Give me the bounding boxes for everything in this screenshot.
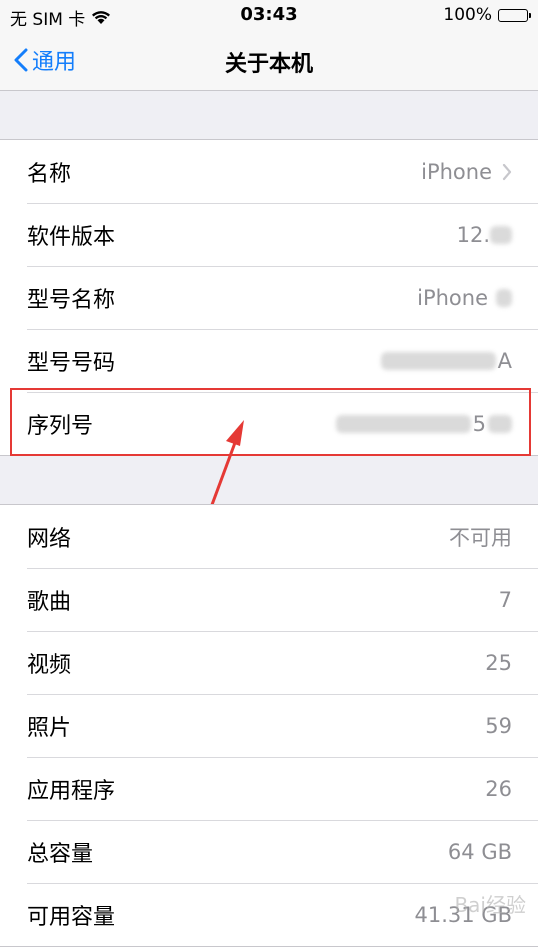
row-label: 型号号码 [27, 350, 116, 376]
row-value: 12. [457, 223, 512, 247]
row-value: A [380, 348, 512, 373]
model-name-value: iPhone [417, 285, 488, 310]
row-label: 软件版本 [27, 224, 116, 250]
row-label: 视频 [27, 652, 72, 678]
row-photos: 照片 59 [0, 694, 538, 757]
device-name-value: iPhone [421, 159, 492, 184]
row-videos: 视频 25 [0, 631, 538, 694]
serial-number-highlight-box [10, 388, 531, 456]
page-title: 关于本机 [224, 52, 313, 77]
redacted-blur [490, 225, 512, 244]
row-value: 26 [485, 776, 512, 801]
watermark: Bai经验 [454, 893, 526, 917]
row-label: 歌曲 [27, 589, 72, 615]
battery-icon [498, 8, 531, 22]
row-network: 网络 不可用 [0, 505, 538, 568]
row-label: 总容量 [27, 841, 94, 867]
row-label: 网络 [27, 526, 72, 552]
row-label: 名称 [27, 161, 72, 187]
chevron-right-icon [502, 163, 512, 180]
navigation-bar: 通用 关于本机 [0, 32, 538, 91]
status-bar: 无 SIM 卡 03:43 100% [0, 0, 538, 32]
row-name[interactable]: 名称 iPhone [0, 140, 538, 203]
row-applications: 应用程序 26 [0, 757, 538, 820]
status-right: 100% [443, 5, 531, 25]
row-software-version: 软件版本 12. [0, 203, 538, 266]
software-version-value: 12. [456, 222, 490, 247]
redacted-blur [380, 351, 496, 370]
row-value: iPhone [417, 286, 512, 310]
row-label: 可用容量 [27, 904, 116, 930]
row-value: 64 GB [447, 839, 512, 864]
row-model-number[interactable]: 型号号码 A [0, 329, 538, 392]
row-capacity: 总容量 64 GB [0, 820, 538, 883]
row-value: 25 [485, 650, 512, 675]
row-label: 应用程序 [27, 778, 116, 804]
row-value: 不可用 [449, 525, 512, 550]
row-label: 照片 [27, 715, 72, 741]
redacted-blur [496, 288, 512, 307]
battery-percent: 100% [443, 5, 492, 25]
row-value: iPhone [421, 160, 512, 184]
row-model-name: 型号名称 iPhone [0, 266, 538, 329]
row-label: 型号名称 [27, 287, 116, 313]
model-number-value: A [497, 348, 512, 373]
media-storage-group: 网络 不可用 歌曲 7 视频 25 照片 59 应用程序 26 总容量 64 G… [0, 504, 538, 947]
row-value: 7 [498, 587, 512, 612]
row-value: 59 [485, 713, 512, 738]
row-songs: 歌曲 7 [0, 568, 538, 631]
